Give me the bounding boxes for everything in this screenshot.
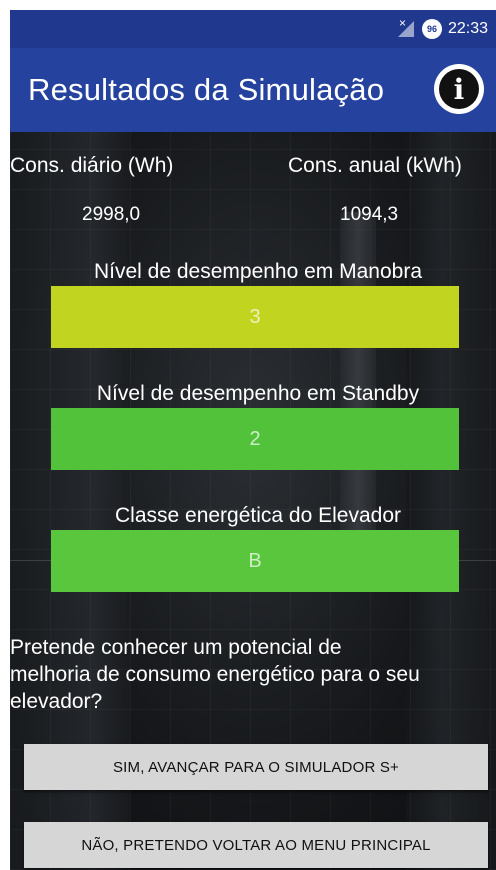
maneuver-level-label: Nível de desempenho em Manobra [93, 260, 423, 283]
status-time: 22:33 [447, 20, 488, 37]
daily-consumption-label: Cons. diário (Wh) [10, 154, 174, 177]
standby-level-label: Nível de desempenho em Standby [96, 382, 420, 405]
advance-to-simulator-button[interactable]: SIM, AVANÇAR PARA O SIMULADOR S+ [24, 744, 488, 790]
annual-consumption-value: 1094,3 [340, 204, 399, 225]
app-screen: 96 22:33 Resultados da Simulação i Cons.… [10, 10, 496, 870]
back-to-main-menu-button[interactable]: NÃO, PRETENDO VOLTAR AO MENU PRINCIPAL [24, 822, 488, 868]
annual-consumption-label: Cons. anual (kWh) [288, 154, 462, 177]
standby-level-bar: 2 [51, 408, 459, 470]
results-content: Cons. diário (Wh) Cons. anual (kWh) 2998… [10, 132, 496, 870]
energy-class-bar: B [51, 530, 459, 592]
status-icons: 96 22:33 [397, 16, 488, 39]
energy-class-value: B [248, 549, 262, 572]
standby-level-value: 2 [249, 427, 261, 450]
improvement-question: Pretende conhecer um potencial de melhor… [10, 634, 496, 715]
info-icon: i [439, 69, 479, 109]
daily-consumption-value: 2998,0 [82, 204, 141, 225]
info-button[interactable]: i [434, 64, 484, 114]
page-title: Resultados da Simulação [28, 72, 385, 107]
energy-class-label: Classe energética do Elevador [114, 504, 401, 527]
maneuver-level-bar: 3 [51, 286, 459, 348]
maneuver-level-value: 3 [249, 305, 261, 328]
question-line-1: Pretende conhecer um potencial de [10, 636, 342, 659]
status-bar: 96 22:33 [10, 10, 496, 48]
battery-icon: 96 [421, 19, 442, 39]
question-line-2: melhoria de consumo energético para o se… [10, 663, 420, 686]
no-signal-icon [397, 16, 416, 37]
question-line-3: elevador? [10, 690, 103, 713]
app-bar: Resultados da Simulação i [10, 48, 496, 132]
